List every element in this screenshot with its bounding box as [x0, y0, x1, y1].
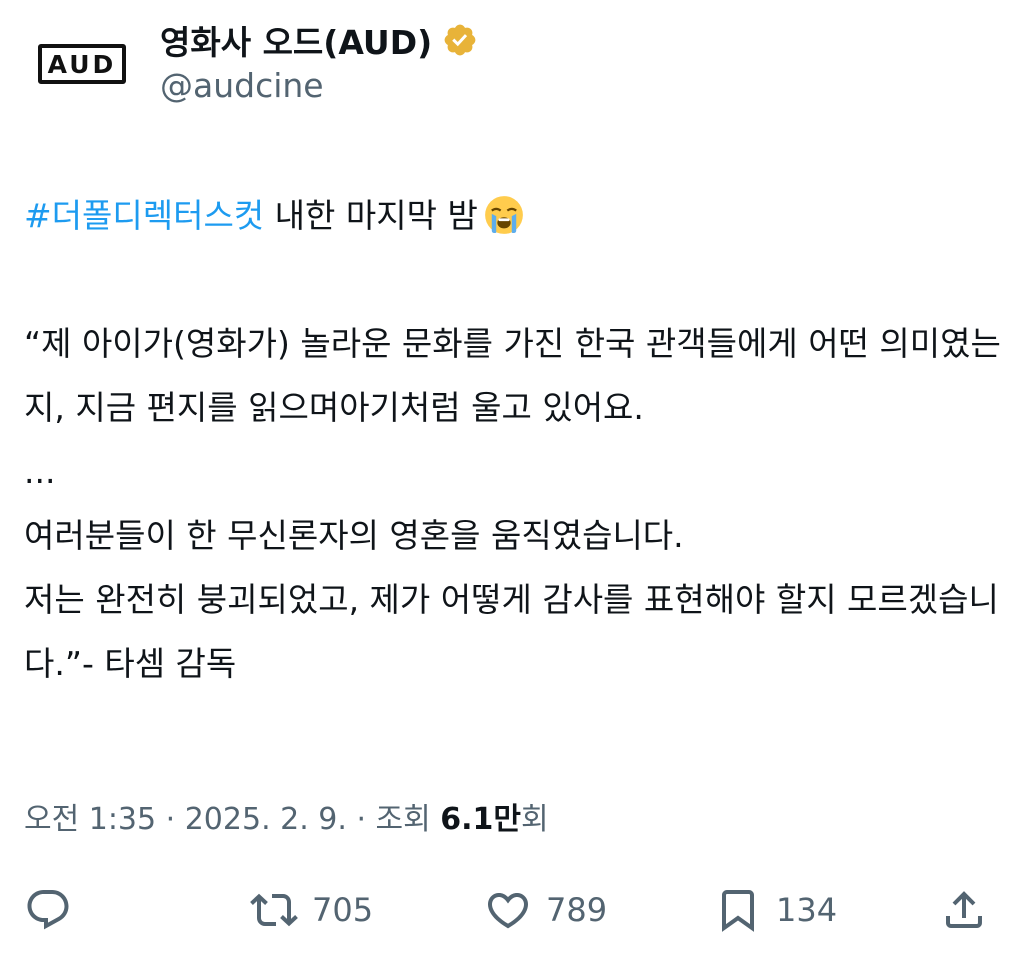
reply-icon	[27, 890, 69, 930]
quote-line-3: 저는 완전히 붕괴되었고, 제가 어떻게 감사를 표현해야 할지 모르겠습니다.…	[24, 580, 999, 683]
share-button[interactable]	[940, 880, 988, 940]
avatar[interactable]: AUD	[30, 22, 134, 106]
heart-icon	[487, 893, 529, 929]
views-count: 6.1만	[440, 802, 522, 837]
bookmark-icon	[722, 890, 754, 932]
tweet-date[interactable]: 2025. 2. 9.	[185, 802, 347, 837]
hashtag-link[interactable]: #더폴디렉터스컷	[24, 196, 264, 235]
retweet-count: 705	[312, 891, 374, 929]
handle[interactable]: @audcine	[160, 66, 324, 105]
tweet-time[interactable]: 오전 1:35	[24, 802, 156, 837]
share-icon	[946, 891, 982, 928]
bookmark-count: 134	[776, 891, 838, 929]
headline-text: 내한 마지막 밤	[264, 196, 478, 235]
views-label: 조회	[375, 802, 441, 837]
tweet-meta: 오전 1:35 · 2025. 2. 9. · 조회 6.1만회	[24, 794, 549, 838]
like-button[interactable]: 789	[484, 880, 607, 940]
quote-paragraph: “제 아이가(영화가) 놀라운 문화를 가진 한국 관객들에게 어떤 의미였는지…	[24, 324, 1001, 427]
tweet-headline: #더폴디렉터스컷 내한 마지막 밤	[24, 184, 1004, 248]
verified-badge-icon[interactable]	[442, 22, 478, 58]
ellipsis: ...	[24, 452, 56, 491]
reply-button[interactable]	[24, 880, 72, 940]
aud-logo: AUD	[37, 44, 127, 84]
display-name[interactable]: 영화사 오드(AUD)	[160, 16, 432, 64]
action-bar: 705 789 134	[0, 880, 1024, 940]
views-suffix: 회	[521, 802, 549, 837]
like-count: 789	[546, 891, 608, 929]
loudly-crying-face-icon	[484, 196, 523, 234]
quote-line-2: 여러분들이 한 무신론자의 영혼을 움직였습니다.	[24, 516, 684, 555]
author-name-row: 영화사 오드(AUD)	[160, 18, 478, 62]
meta-separator: ·	[156, 802, 185, 837]
retweet-icon	[250, 893, 298, 927]
meta-separator: ·	[346, 802, 376, 837]
retweet-button[interactable]: 705	[250, 880, 373, 940]
bookmark-button[interactable]: 134	[714, 880, 837, 940]
tweet-body: #더폴디렉터스컷 내한 마지막 밤 “제 아이가(영화가) 놀라운 문화를 가진…	[24, 184, 1004, 696]
